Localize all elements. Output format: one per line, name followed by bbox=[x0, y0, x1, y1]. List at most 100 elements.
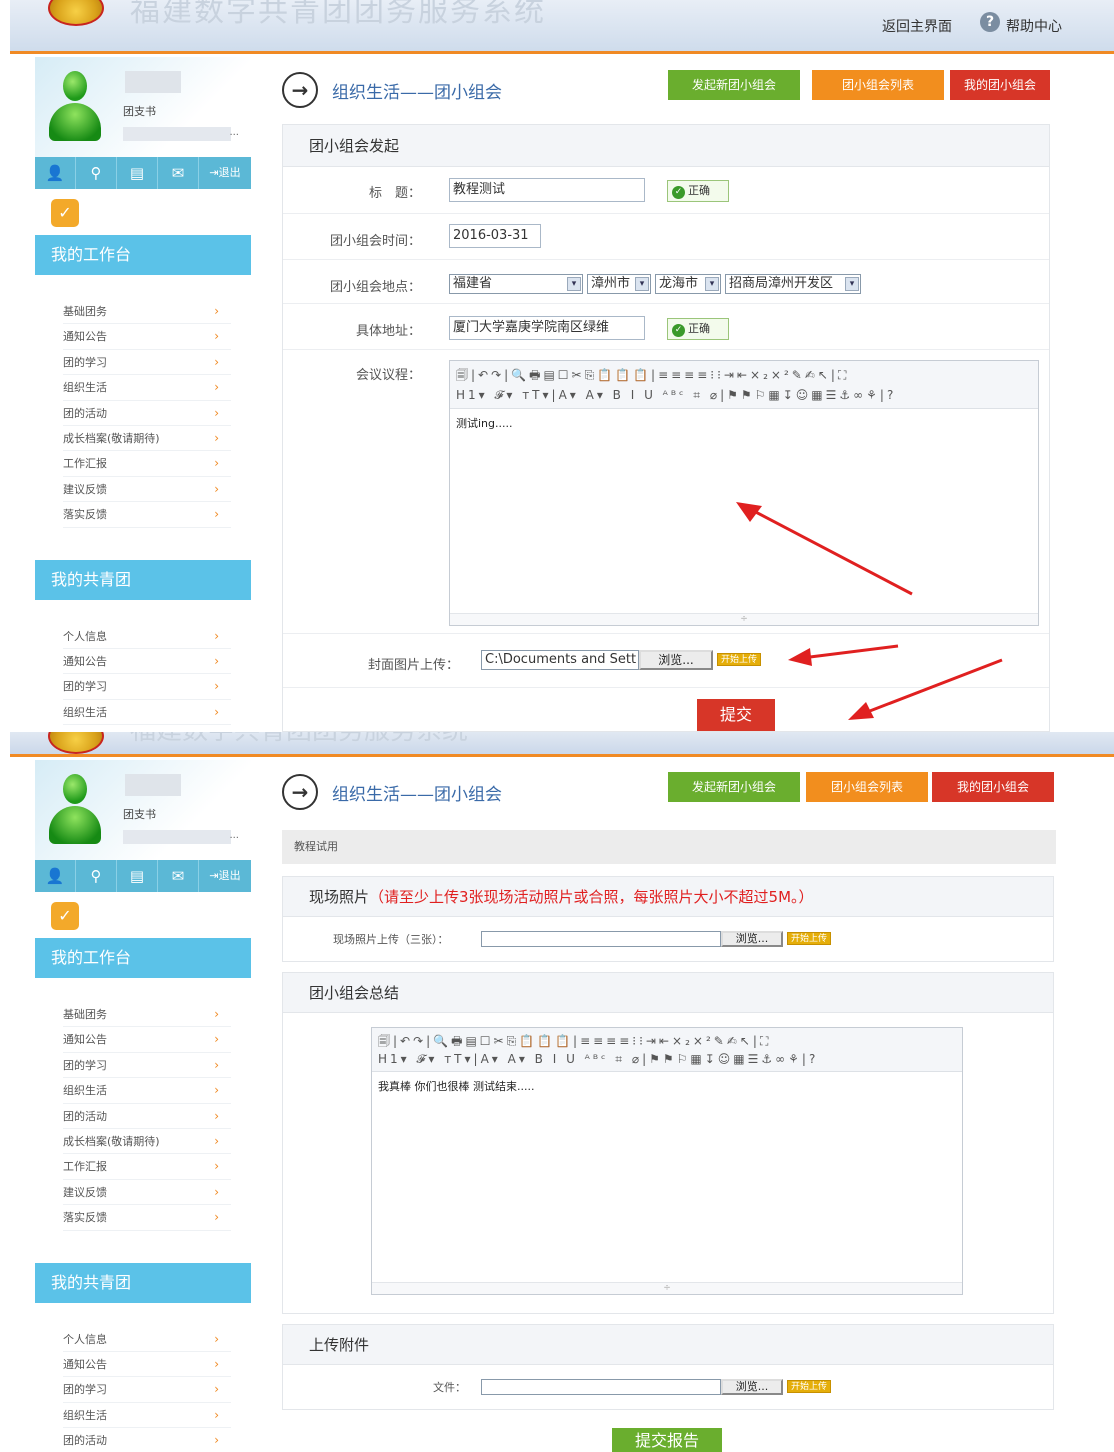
menu-item[interactable]: 团的学习 › bbox=[63, 350, 231, 376]
my-meetings-button[interactable]: 我的团小组会 bbox=[932, 772, 1054, 802]
avatar bbox=[47, 774, 103, 846]
attachment-file-path[interactable] bbox=[481, 1379, 721, 1395]
meeting-list-button[interactable]: 团小组会列表 bbox=[812, 70, 944, 100]
league-heading: 我的共青团 bbox=[35, 559, 251, 600]
cover-file-path[interactable]: C:\Documents and Sett bbox=[481, 650, 639, 670]
new-meeting-button[interactable]: 发起新团小组会 bbox=[668, 772, 800, 802]
user-icon[interactable]: 👤 bbox=[35, 157, 76, 189]
chevron-down-icon: ▾ bbox=[635, 277, 649, 291]
menu-item[interactable]: 落实反馈 › bbox=[63, 1205, 231, 1231]
menu-item[interactable]: 通知公告 › bbox=[63, 1027, 231, 1053]
menu-item[interactable]: 团的学习 › bbox=[63, 1053, 231, 1079]
menu-item[interactable]: 建议反馈 › bbox=[63, 1180, 231, 1206]
mail-icon[interactable]: ✉ bbox=[158, 157, 199, 189]
menu-item[interactable]: 团的活动 › bbox=[63, 1428, 231, 1452]
blurred-org: ... bbox=[123, 127, 239, 141]
menu-item[interactable]: 个人信息 › bbox=[63, 1327, 231, 1352]
cover-upload-button[interactable]: 开始上传 bbox=[717, 653, 762, 666]
screenshot-report-form: 福建数字共青团团务服务系统 团支书 ... 👤 ⚲ ▤ ✉ ⇥退出 ✓ 我的工作… bbox=[10, 732, 1114, 1452]
menu-item[interactable]: 团的学习 › bbox=[63, 674, 231, 700]
workbench-menu: 基础团务 › 通知公告 › 团的学习 › 组织生活 › 团的活动 › 成长档案(敬请期待)… bbox=[35, 299, 251, 528]
attachment-browse-button[interactable]: 浏览... bbox=[721, 1379, 783, 1395]
check-circle-icon: ✓ bbox=[672, 186, 685, 199]
attachment-title: 上传附件 bbox=[283, 1325, 1053, 1365]
menu-item[interactable]: 工作汇报 › bbox=[63, 451, 231, 477]
submit-report-button[interactable]: 提交报告 bbox=[612, 1428, 722, 1452]
menu-item[interactable]: 成长档案(敬请期待) › bbox=[63, 1129, 231, 1155]
profile-card: 团支书 ... bbox=[35, 760, 251, 860]
menu-item[interactable]: 工作汇报 › bbox=[63, 1154, 231, 1180]
county-select[interactable]: 龙海市 ▾ bbox=[655, 274, 721, 294]
province-select[interactable]: 福建省 ▾ bbox=[449, 274, 583, 294]
screenshot-launch-form: 福建数字共青团团务服务系统 返回主界面 ? 帮助中心 团支书 ... 👤 ⚲ ▤… bbox=[10, 0, 1114, 732]
workbench-heading: 我的工作台 bbox=[35, 938, 251, 978]
logout-button[interactable]: ⇥退出 bbox=[199, 157, 251, 189]
league-heading: 我的共青团 bbox=[35, 1262, 251, 1303]
help-center-link[interactable]: 帮助中心 bbox=[1006, 16, 1062, 36]
cover-browse-button[interactable]: 浏览... bbox=[639, 650, 713, 670]
help-icon[interactable]: ? bbox=[980, 12, 1000, 32]
attachment-upload-button[interactable]: 开始上传 bbox=[787, 1380, 832, 1393]
calculator-icon[interactable]: ▤ bbox=[117, 157, 158, 189]
back-to-main-link[interactable]: 返回主界面 bbox=[882, 16, 952, 36]
photos-browse-button[interactable]: 浏览... bbox=[721, 931, 783, 947]
page-header: → 组织生活——团小组会 发起新团小组会 团小组会列表 我的团小组会 bbox=[282, 70, 1062, 116]
key-icon[interactable]: ⚲ bbox=[76, 157, 117, 189]
mail-icon[interactable]: ✉ bbox=[158, 860, 199, 892]
check-badge-icon[interactable]: ✓ bbox=[51, 902, 79, 930]
editor-toolbar[interactable]: 🗐|↶↷|🔍🖶▤☐✂⎘📋📋📋|≡≡≡≡⁝⁝⇥⇤×₂×²✎✍↖|⛶ H1▾ 𝓕▾ т… bbox=[372, 1028, 962, 1072]
agenda-editor-content[interactable]: 测试ing..... bbox=[450, 409, 1038, 437]
editor-resize-handle[interactable]: ÷ bbox=[372, 1282, 962, 1294]
key-icon[interactable]: ⚲ bbox=[76, 860, 117, 892]
menu-item[interactable]: 个人信息 › bbox=[63, 624, 231, 649]
meeting-list-button[interactable]: 团小组会列表 bbox=[806, 772, 928, 802]
new-meeting-button[interactable]: 发起新团小组会 bbox=[668, 70, 800, 100]
menu-item[interactable]: 团的学习 › bbox=[63, 1377, 231, 1403]
menu-item[interactable]: 通知公告 › bbox=[63, 649, 231, 675]
workbench-heading: 我的工作台 bbox=[35, 235, 251, 275]
menu-item[interactable]: 组织生活 › bbox=[63, 1078, 231, 1104]
address-valid-badge: ✓ 正确 bbox=[667, 318, 729, 340]
my-meetings-button[interactable]: 我的团小组会 bbox=[950, 70, 1050, 100]
menu-item[interactable]: 团的活动 › bbox=[63, 1104, 231, 1129]
city-select[interactable]: 漳州市 ▾ bbox=[587, 274, 651, 294]
menu-item[interactable]: 建议反馈 › bbox=[63, 477, 231, 503]
menu-item[interactable]: 基础团务 › bbox=[63, 1002, 231, 1028]
check-badge-icon[interactable]: ✓ bbox=[51, 199, 79, 227]
time-label: 团小组会时间： bbox=[329, 234, 421, 249]
time-input[interactable]: 2016-03-31 bbox=[449, 224, 541, 248]
address-input[interactable]: 厦门大学嘉庚学院南区绿维 bbox=[449, 316, 645, 340]
menu-item[interactable]: 组织生活 › bbox=[63, 1403, 231, 1429]
menu-item[interactable]: 落实反馈 › bbox=[63, 502, 231, 528]
calculator-icon[interactable]: ▤ bbox=[117, 860, 158, 892]
page-title: 组织生活——团小组会 bbox=[332, 785, 502, 805]
user-icon[interactable]: 👤 bbox=[35, 860, 76, 892]
faded-site-title: 福建数字共青团团务服务系统 bbox=[130, 732, 468, 747]
district-select[interactable]: 招商局漳州开发区 ▾ bbox=[725, 274, 861, 294]
agenda-editor[interactable]: 🗐|↶↷|🔍🖶▤☐✂⎘📋📋📋|≡≡≡≡⁝⁝⇥⇤×₂×²✎✍↖|⛶ H1▾ 𝓕▾ т… bbox=[449, 360, 1039, 626]
summary-editor[interactable]: 🗐|↶↷|🔍🖶▤☐✂⎘📋📋📋|≡≡≡≡⁝⁝⇥⇤×₂×²✎✍↖|⛶ H1▾ 𝓕▾ т… bbox=[371, 1027, 963, 1295]
menu-item[interactable]: 通知公告 › bbox=[63, 1352, 231, 1378]
blurred-name bbox=[125, 71, 181, 93]
title-valid-badge: ✓ 正确 bbox=[667, 180, 729, 202]
photos-upload-label: 现场照片上传（三张）： bbox=[333, 933, 449, 946]
top-header: 福建数字共青团团务服务系统 bbox=[10, 732, 1114, 757]
menu-item[interactable]: 基础团务 › bbox=[63, 299, 231, 325]
photos-upload-button[interactable]: 开始上传 bbox=[787, 932, 832, 945]
submit-button[interactable]: 提交 bbox=[697, 699, 775, 731]
editor-toolbar[interactable]: 🗐|↶↷|🔍🖶▤☐✂⎘📋📋📋|≡≡≡≡⁝⁝⇥⇤×₂×²✎✍↖|⛶ H1▾ 𝓕▾ т… bbox=[450, 361, 1038, 409]
menu-item[interactable]: 组织生活 › bbox=[63, 375, 231, 401]
menu-item[interactable]: 成长档案(敬请期待) › bbox=[63, 426, 231, 452]
editor-resize-handle[interactable]: ÷ bbox=[450, 613, 1038, 625]
chevron-down-icon: ▾ bbox=[705, 277, 719, 291]
menu-item[interactable]: 通知公告 › bbox=[63, 324, 231, 350]
menu-item[interactable]: 组织生活 › bbox=[63, 700, 231, 726]
arrow-right-icon: → bbox=[282, 774, 318, 810]
title-input[interactable]: 教程测试 bbox=[449, 178, 645, 202]
main-content: → 组织生活——团小组会 发起新团小组会 团小组会列表 我的团小组会 团小组会发… bbox=[282, 70, 1062, 732]
logout-button[interactable]: ⇥退出 bbox=[199, 860, 251, 892]
sidebar: 团支书 ... 👤 ⚲ ▤ ✉ ⇥退出 ✓ 我的工作台 基础团务 › 通知公告 › … bbox=[35, 760, 251, 1452]
summary-editor-content[interactable]: 我真棒 你们也很棒 测试结束..... bbox=[372, 1072, 962, 1100]
photos-file-path[interactable] bbox=[481, 931, 721, 947]
menu-item[interactable]: 团的活动 › bbox=[63, 401, 231, 426]
